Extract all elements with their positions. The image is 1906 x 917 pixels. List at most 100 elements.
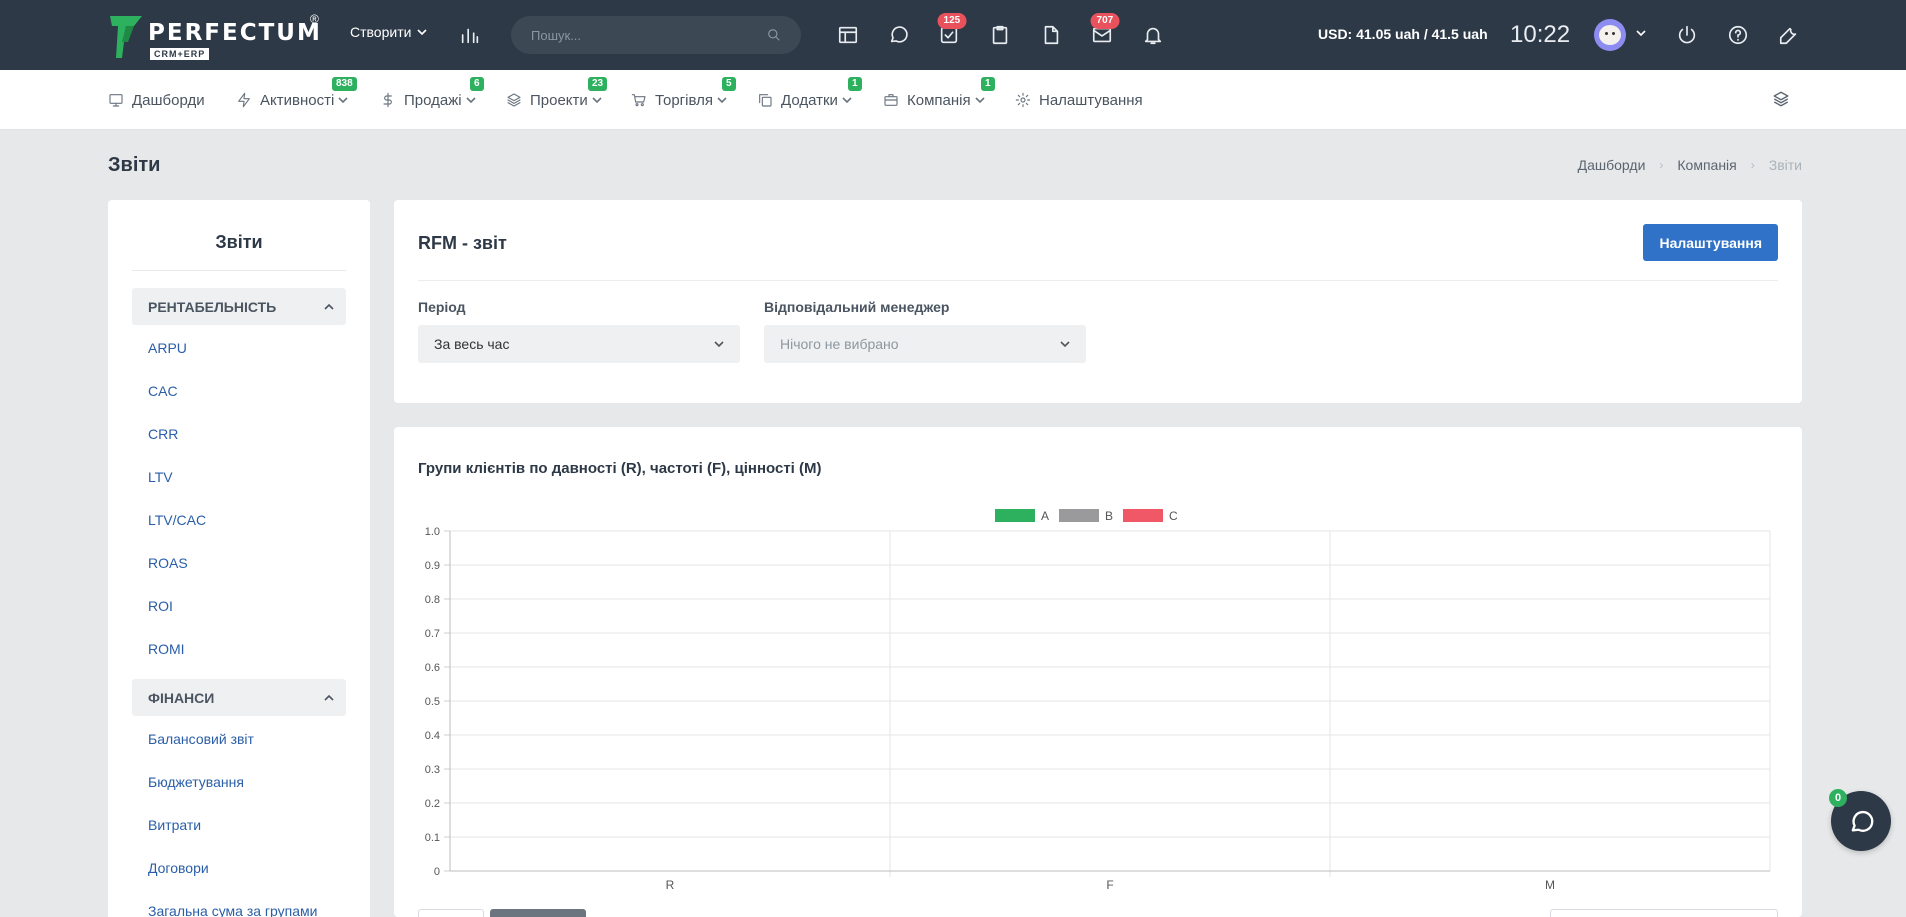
chat-bubble-icon [1851,810,1874,832]
create-dropdown[interactable]: Створити [350,24,428,40]
search-box [511,16,801,54]
bar-chart-icon[interactable] [457,22,483,48]
nav-label: Проекти [530,91,588,109]
power-icon[interactable] [1674,22,1700,48]
settings-button[interactable]: Налаштування [1643,224,1778,261]
nav-label: Налаштування [1039,91,1143,109]
gear-icon [1015,92,1031,108]
manager-value: Нічого не вибрано [780,336,899,352]
support-chat-button[interactable]: 0 [1829,789,1891,851]
calendar-table-icon[interactable] [835,22,861,48]
sidebar-item-group-total[interactable]: Загальна сума за групами [148,903,317,917]
nav-dashboards[interactable]: Дашборди [108,70,205,130]
manager-label: Відповідальний менеджер [764,299,950,315]
divider [132,270,346,271]
legend-swatch [1123,509,1163,522]
nav-projects[interactable]: Проекти 23 [506,70,608,130]
chevron-down-icon[interactable] [1636,28,1646,38]
sidebar-group-finance[interactable]: ФІНАНСИ [132,679,346,716]
x-tick-label: M [1545,878,1555,892]
tasks-badge: 125 [937,13,967,29]
period-select[interactable]: За весь час [418,325,740,363]
manager-select[interactable]: Нічого не вибрано [764,325,1086,363]
y-tick-label: 0.2 [425,798,440,810]
breadcrumb-link[interactable]: Дашборди [1578,157,1646,173]
briefcase-icon [884,94,898,106]
page-title: Звіти [108,154,161,176]
nav-addons[interactable]: Додатки 1 [757,70,862,130]
nav-label: Продажі [404,91,462,109]
sidebar-item-budgeting[interactable]: Бюджетування [148,774,244,790]
sidebar-item-ltv-cac[interactable]: LTV/CAC [148,512,206,528]
sidebar-item-contracts[interactable]: Договори [148,860,209,876]
sidebar-item-balance[interactable]: Балансовий звіт [148,731,254,747]
legend-label: B [1105,509,1113,523]
chevron-up-icon [324,694,334,701]
sidebar-item-cac[interactable]: CAC [148,383,178,399]
x-tick-label: R [666,878,675,892]
sidebar-item-roi[interactable]: ROI [148,598,173,614]
copy-icon [759,94,772,107]
report-title: RFM - звіт [418,233,507,253]
mail-icon[interactable]: 707 [1089,13,1120,48]
export-button-group[interactable] [490,909,586,917]
search-icon[interactable] [767,28,781,42]
period-label: Період [418,299,466,315]
help-icon[interactable] [1725,22,1751,48]
nav-company[interactable]: Компанія 1 [883,70,995,130]
dollar-icon [383,92,392,108]
report-filter-card: RFM - звіт Налаштування Період За весь ч… [394,200,1802,403]
chevron-down-icon [714,341,724,348]
nav-sales[interactable]: Продажі 6 [380,70,484,130]
clipboard-icon[interactable] [987,22,1013,48]
sidebar-title: Звіти [215,232,263,252]
sidebar-group-profitability[interactable]: РЕНТАБЕЛЬНІСТЬ [132,288,346,325]
sidebar-item-expenses[interactable]: Витрати [148,817,201,833]
y-tick-label: 0.9 [425,560,440,572]
nav-activities[interactable]: Активності 838 [236,70,357,130]
sidebar-item-romi[interactable]: ROMI [148,641,185,657]
tasks-check-icon[interactable]: 125 [936,13,967,48]
sidebar-item-arpu[interactable]: ARPU [148,340,187,356]
currency-rate: USD: 41.05 uah / 41.5 uah [1318,26,1488,42]
group-label: РЕНТАБЕЛЬНІСТЬ [148,298,277,315]
nav-settings[interactable]: Налаштування [1015,70,1143,130]
breadcrumb-current: Звіти [1768,157,1802,173]
table-search-field[interactable] [1550,909,1778,917]
breadcrumb: Дашборди › Компанія › Звіти [1578,157,1802,173]
nav-label: Компанія [907,91,971,109]
sidebar-item-roas[interactable]: ROAS [148,555,188,571]
main-nav: Дашборди Активності 838 Продажі 6 Проект… [0,70,1906,130]
chat-badge: 0 [1829,789,1847,807]
avatar[interactable] [1594,19,1626,51]
wrench-icon[interactable] [1776,22,1802,48]
search-input[interactable] [531,27,767,43]
breadcrumb-link[interactable]: Компанія [1677,157,1736,173]
sidebar-item-ltv[interactable]: LTV [148,469,173,485]
sidebar-item-crr[interactable]: CRR [148,426,178,442]
legend-swatch [995,509,1035,522]
chevron-down-icon [975,97,985,104]
chevron-down-icon [592,97,602,104]
x-tick-label: F [1106,878,1113,892]
rfm-chart: 0 0.1 0.2 0.3 0.4 0.5 0.6 0.7 0.8 0.9 1.0 R F M A B C [425,509,1771,892]
breadcrumb-separator-icon: › [1750,158,1755,172]
table-length-control[interactable] [418,909,484,917]
layers-icon [507,93,521,107]
brand-logo[interactable]: PERFECTUM ® CRM+ERP [108,12,324,60]
legend-label: A [1041,509,1049,523]
nav-badge: 1 [981,77,995,91]
layers-toggle-icon[interactable] [1772,90,1790,108]
document-icon[interactable] [1038,22,1064,48]
brand-name: PERFECTUM [148,20,322,46]
nav-badge: 838 [332,77,357,91]
nav-badge: 5 [722,77,736,91]
bell-icon[interactable] [1140,22,1166,48]
nav-label: Додатки [781,91,838,109]
legend-label: C [1169,509,1178,523]
nav-trade[interactable]: Торгівля 5 [631,70,736,130]
divider [418,280,1778,281]
top-bar: PERFECTUM ® CRM+ERP Створити 125 707 USD… [0,0,1906,70]
y-tick-label: 0.1 [425,832,440,844]
chat-icon[interactable] [886,22,912,48]
